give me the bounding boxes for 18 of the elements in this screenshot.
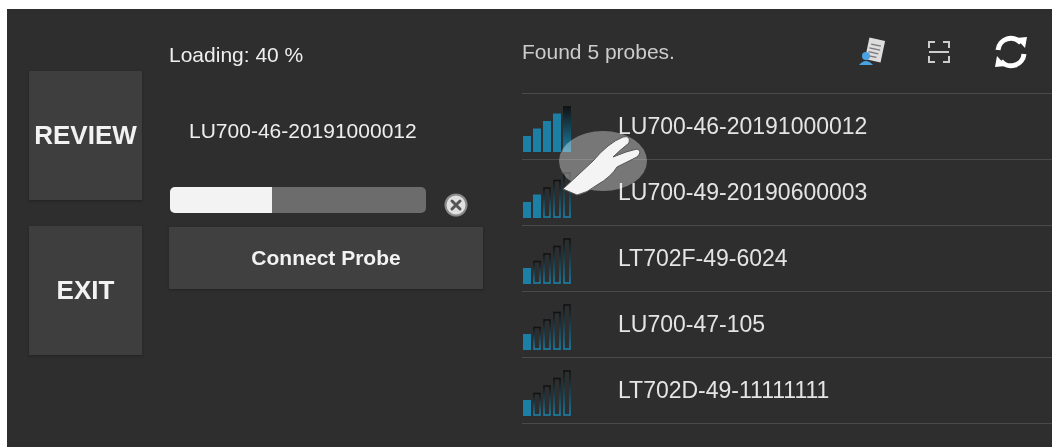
connect-probe-button[interactable]: Connect Probe xyxy=(169,227,483,289)
loading-probe-name: LU700-46-20191000012 xyxy=(189,119,417,143)
probe-name: LU700-47-105 xyxy=(618,311,766,338)
probe-name: LU700-49-20190600003 xyxy=(618,179,868,206)
probe-name: LU700-46-20191000012 xyxy=(618,113,868,140)
probe-row[interactable]: LT702F-49-6024 xyxy=(522,226,1052,292)
loading-label: Loading: 40 % xyxy=(169,43,304,67)
side-button[interactable]: REVIEW xyxy=(29,71,142,200)
found-probes-label: Found 5 probes. xyxy=(522,40,675,64)
probe-name: LT702D-49-11111111 xyxy=(618,377,830,404)
refresh-icon[interactable] xyxy=(992,34,1030,70)
probe-name: LT702F-49-6024 xyxy=(618,245,788,272)
document-user-icon[interactable] xyxy=(858,37,886,67)
probe-row[interactable]: LU700-47-105 xyxy=(522,292,1052,358)
side-button[interactable]: EXIT xyxy=(29,226,142,355)
probe-row[interactable]: LT702D-49-11111111 xyxy=(522,358,1052,424)
scan-icon[interactable] xyxy=(926,39,952,65)
cancel-icon[interactable] xyxy=(444,193,468,217)
